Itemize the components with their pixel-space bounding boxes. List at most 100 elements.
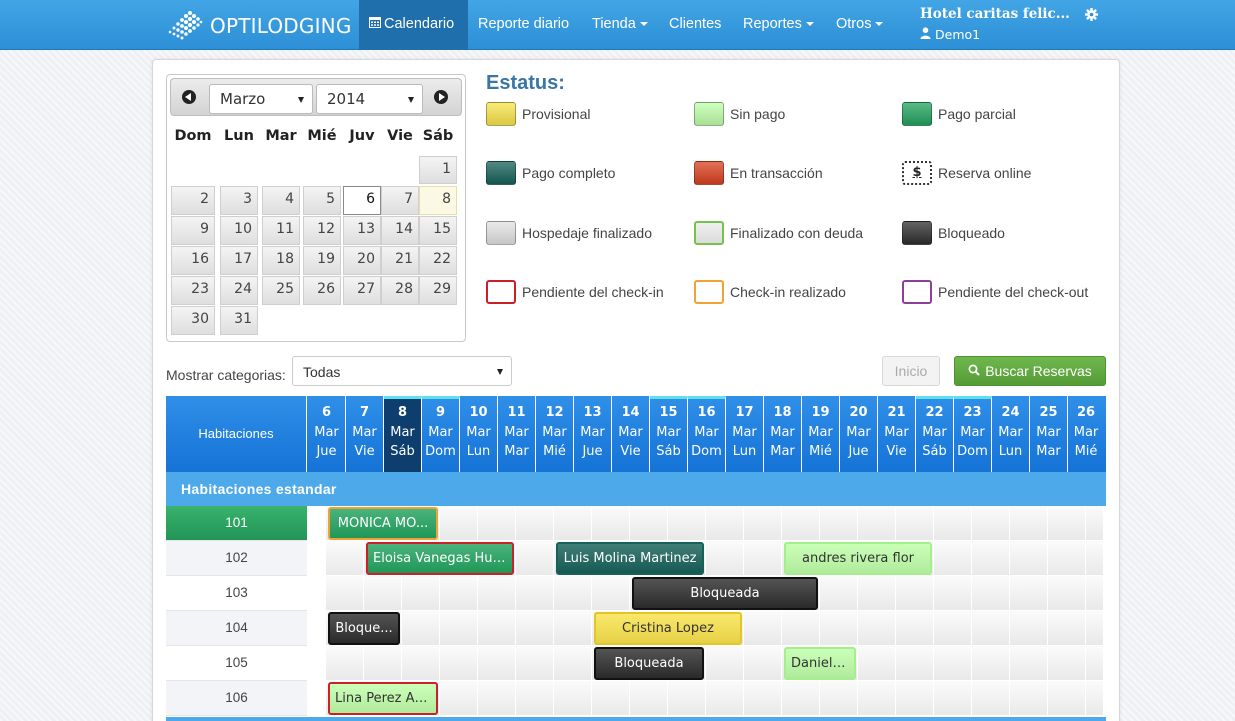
grid-cell[interactable] <box>744 541 782 576</box>
datepicker-day[interactable]: 24 <box>220 276 258 305</box>
reservation-block[interactable]: andres rivera flor <box>784 542 932 575</box>
grid-cell[interactable] <box>554 681 592 716</box>
grid-cell[interactable] <box>858 576 896 611</box>
datepicker-day[interactable]: 6 <box>343 186 381 215</box>
reservation-block[interactable]: Bloqueada <box>594 647 704 680</box>
datepicker-day[interactable]: 25 <box>262 276 300 305</box>
grid-cell[interactable] <box>1010 541 1048 576</box>
datepicker-day[interactable]: 26 <box>303 276 341 305</box>
grid-cell[interactable] <box>972 541 1010 576</box>
grid-cell[interactable] <box>972 506 1010 541</box>
datepicker-day[interactable]: 9 <box>171 216 215 245</box>
day-column-header[interactable]: 23 Mar Dom <box>954 396 992 472</box>
datepicker-day[interactable]: 5 <box>303 186 341 215</box>
room-label[interactable]: 106 <box>166 681 307 716</box>
grid-cell[interactable] <box>630 681 668 716</box>
grid-cell[interactable] <box>402 576 440 611</box>
datepicker-day[interactable]: 20 <box>343 246 381 275</box>
grid-cell[interactable] <box>782 506 820 541</box>
grid-cell[interactable] <box>592 576 630 611</box>
day-column-header[interactable]: 10 Mar Lun <box>460 396 498 472</box>
year-select[interactable]: 2014 <box>316 84 423 114</box>
grid-cell[interactable] <box>820 681 858 716</box>
day-column-header[interactable]: 7 Mar Vie <box>346 396 384 472</box>
grid-cell[interactable] <box>554 646 592 681</box>
grid-cell[interactable] <box>782 681 820 716</box>
grid-cell[interactable] <box>1086 541 1104 576</box>
day-column-header[interactable]: 17 Mar Lun <box>726 396 764 472</box>
grid-cell[interactable] <box>630 506 668 541</box>
grid-cell[interactable] <box>1048 681 1086 716</box>
datepicker-day[interactable]: 22 <box>419 246 457 275</box>
hotel-name[interactable]: Hotel caritas felic... <box>920 6 1070 22</box>
day-column-header[interactable]: 11 Mar Mar <box>498 396 536 472</box>
chevron-left-icon[interactable] <box>182 90 196 104</box>
grid-cell[interactable] <box>934 681 972 716</box>
reservation-block[interactable]: Luis Molina Martinez <box>556 542 704 575</box>
grid-cell[interactable] <box>1086 611 1104 646</box>
grid-cell[interactable] <box>1010 611 1048 646</box>
nav-otros[interactable]: Otros <box>826 0 893 50</box>
datepicker-day[interactable]: 19 <box>303 246 341 275</box>
grid-cell[interactable] <box>706 541 744 576</box>
day-column-header[interactable]: 9 Mar Dom <box>422 396 460 472</box>
grid-cell[interactable] <box>478 611 516 646</box>
grid-cell[interactable] <box>440 646 478 681</box>
grid-cell[interactable] <box>934 541 972 576</box>
nav-reportes[interactable]: Reportes <box>733 0 824 50</box>
reservation-block[interactable]: Lina Perez Ag... <box>328 682 438 715</box>
grid-cell[interactable] <box>972 646 1010 681</box>
datepicker-day[interactable]: 1 <box>419 156 457 184</box>
grid-cell[interactable] <box>744 646 782 681</box>
nav-reporte-diario[interactable]: Reporte diario <box>468 0 579 50</box>
grid-cell[interactable] <box>516 611 554 646</box>
grid-cell[interactable] <box>744 611 782 646</box>
grid-cell[interactable] <box>1086 506 1104 541</box>
grid-cell[interactable] <box>972 611 1010 646</box>
grid-cell[interactable] <box>364 646 402 681</box>
grid-cell[interactable] <box>516 681 554 716</box>
datepicker-day[interactable]: 13 <box>343 216 381 245</box>
grid-cell[interactable] <box>440 506 478 541</box>
day-column-header[interactable]: 25 Mar Mar <box>1030 396 1068 472</box>
user-menu[interactable]: Demo1 <box>920 27 980 42</box>
grid-cell[interactable] <box>934 576 972 611</box>
grid-cell[interactable] <box>326 646 364 681</box>
grid-cell[interactable] <box>1010 506 1048 541</box>
day-column-header[interactable]: 15 Mar Sáb <box>650 396 688 472</box>
grid-cell[interactable] <box>364 576 402 611</box>
day-column-header[interactable]: 18 Mar Mar <box>764 396 802 472</box>
brand[interactable]: OPTILODGING <box>166 8 352 43</box>
room-label[interactable]: 104 <box>166 611 307 646</box>
grid-cell[interactable] <box>972 576 1010 611</box>
datepicker-day[interactable]: 4 <box>262 186 300 215</box>
grid-cell[interactable] <box>1010 646 1048 681</box>
grid-cell[interactable] <box>1048 541 1086 576</box>
datepicker-day[interactable]: 12 <box>303 216 341 245</box>
categories-select[interactable]: Todas <box>292 356 512 386</box>
grid-cell[interactable] <box>934 506 972 541</box>
grid-cell[interactable] <box>440 576 478 611</box>
datepicker-day[interactable]: 2 <box>171 186 215 215</box>
nav-calendario[interactable]: Calendario <box>359 0 468 50</box>
grid-cell[interactable] <box>1086 576 1104 611</box>
nav-tienda[interactable]: Tienda <box>582 0 658 50</box>
grid-cell[interactable] <box>934 611 972 646</box>
datepicker-day[interactable]: 29 <box>419 276 457 305</box>
datepicker-day[interactable]: 31 <box>220 306 258 335</box>
grid-cell[interactable] <box>554 506 592 541</box>
day-column-header[interactable]: 21 Mar Vie <box>878 396 916 472</box>
day-column-header[interactable]: 12 Mar Mié <box>536 396 574 472</box>
datepicker-day[interactable]: 7 <box>381 186 419 215</box>
reservation-block[interactable]: Bloque... <box>328 612 400 645</box>
gear-icon[interactable] <box>1085 8 1098 24</box>
room-label[interactable]: 101 <box>166 506 307 541</box>
grid-cell[interactable] <box>934 646 972 681</box>
grid-cell[interactable] <box>706 506 744 541</box>
grid-cell[interactable] <box>516 541 554 576</box>
datepicker-day[interactable]: 23 <box>171 276 215 305</box>
datepicker-day[interactable]: 28 <box>381 276 419 305</box>
datepicker-day[interactable]: 8 <box>419 186 457 215</box>
datepicker-day[interactable]: 18 <box>262 246 300 275</box>
room-label[interactable]: 103 <box>166 576 307 611</box>
